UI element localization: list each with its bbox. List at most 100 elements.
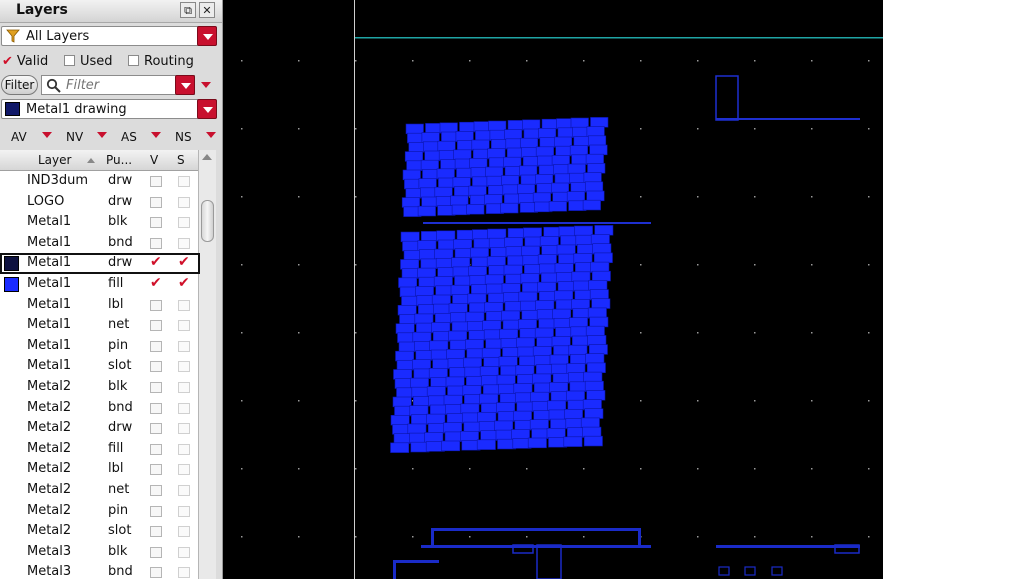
selectable-checkbox[interactable] <box>178 176 190 187</box>
selectable-checkbox[interactable] <box>178 237 190 249</box>
row-layer-name: Metal2 <box>27 420 72 436</box>
filter-dropdown-icon[interactable] <box>175 75 195 95</box>
table-row[interactable]: Metal2 fill <box>0 439 200 460</box>
layer-swatch-icon <box>4 277 19 292</box>
scroll-thumb[interactable] <box>201 200 214 242</box>
visible-checkbox[interactable] <box>150 402 162 414</box>
as-selector[interactable]: AS <box>121 130 137 144</box>
vertical-scrollbar[interactable] <box>198 150 216 579</box>
visible-check-icon[interactable]: ✔ <box>150 254 162 270</box>
table-row[interactable]: Metal2 net <box>0 480 200 501</box>
chevron-down-icon[interactable] <box>197 26 217 46</box>
row-purpose: lbl <box>108 296 124 312</box>
nv-selector[interactable]: NV <box>66 130 83 144</box>
visible-checkbox[interactable] <box>150 546 162 558</box>
visible-checkbox[interactable] <box>150 217 162 229</box>
visible-checkbox[interactable] <box>150 237 162 249</box>
table-row[interactable]: Metal1 drw ✔ ✔ <box>0 253 200 274</box>
visible-checkbox[interactable] <box>150 299 162 311</box>
col-purpose[interactable]: Pu... <box>106 153 132 167</box>
visible-checkbox[interactable] <box>150 526 162 538</box>
selectable-checkbox[interactable] <box>178 340 190 352</box>
row-layer-name: Metal1 <box>27 214 72 230</box>
routing-checkbox[interactable]: Routing <box>128 54 194 69</box>
visible-checkbox[interactable] <box>150 176 162 187</box>
selectable-checkbox[interactable] <box>178 443 190 455</box>
row-purpose: blk <box>108 379 128 394</box>
visible-checkbox[interactable] <box>150 505 162 517</box>
selectable-check-icon[interactable]: ✔ <box>178 254 190 270</box>
table-row[interactable]: LOGO drw <box>0 192 200 213</box>
current-layer-dropdown[interactable]: Metal1 drawing <box>1 99 217 119</box>
visible-checkbox[interactable] <box>150 567 162 579</box>
nv-dropdown-icon[interactable] <box>97 132 107 138</box>
table-row[interactable]: Metal2 slot <box>0 521 200 542</box>
selectable-checkbox[interactable] <box>178 382 190 393</box>
col-visible[interactable]: V <box>150 153 158 167</box>
as-dropdown-icon[interactable] <box>151 132 161 138</box>
table-row[interactable]: Metal2 blk <box>0 377 200 398</box>
selectable-check-icon[interactable]: ✔ <box>178 275 190 291</box>
ns-dropdown-icon[interactable] <box>206 132 216 138</box>
table-row[interactable]: Metal2 lbl <box>0 459 200 480</box>
close-icon[interactable]: ✕ <box>199 2 215 18</box>
table-row[interactable]: IND3dum drw <box>0 171 200 192</box>
visible-checkbox[interactable] <box>150 382 162 393</box>
row-purpose: drw <box>108 173 133 188</box>
visible-checkbox[interactable] <box>150 320 162 332</box>
visible-checkbox[interactable] <box>150 196 162 208</box>
visible-checkbox[interactable] <box>150 340 162 352</box>
used-checkbox[interactable]: Used <box>64 54 113 69</box>
av-selector[interactable]: AV <box>11 130 27 144</box>
visible-checkbox[interactable] <box>150 485 162 496</box>
table-row[interactable]: Metal1 blk <box>0 212 200 233</box>
col-selectable[interactable]: S <box>177 153 185 167</box>
float-window-icon[interactable]: ⧉ <box>180 2 196 18</box>
selectable-checkbox[interactable] <box>178 196 190 208</box>
selectable-checkbox[interactable] <box>178 485 190 496</box>
table-row[interactable]: Metal1 lbl <box>0 295 200 316</box>
ns-selector[interactable]: NS <box>175 130 192 144</box>
table-row[interactable]: Metal3 blk <box>0 542 200 563</box>
selectable-checkbox[interactable] <box>178 423 190 435</box>
selectable-checkbox[interactable] <box>178 505 190 517</box>
visible-checkbox[interactable] <box>150 361 162 373</box>
layer-set-dropdown[interactable]: All Layers <box>1 26 217 46</box>
table-row[interactable]: Metal1 pin <box>0 336 200 357</box>
table-row[interactable]: Metal2 drw <box>0 418 200 439</box>
selectable-checkbox[interactable] <box>178 402 190 414</box>
filter-input[interactable] <box>66 77 176 93</box>
selectable-checkbox[interactable] <box>178 567 190 579</box>
av-dropdown-icon[interactable] <box>42 132 52 138</box>
selectable-checkbox[interactable] <box>178 464 190 476</box>
col-layer[interactable]: Layer <box>38 153 71 167</box>
table-row[interactable]: Metal1 slot <box>0 356 200 377</box>
table-row[interactable]: Metal1 net <box>0 315 200 336</box>
visible-check-icon[interactable]: ✔ <box>150 275 162 291</box>
selectable-checkbox[interactable] <box>178 526 190 538</box>
panel-title: Layers <box>16 2 68 18</box>
table-row[interactable]: Metal1 bnd <box>0 233 200 254</box>
table-row[interactable]: Metal3 bnd <box>0 562 200 579</box>
row-purpose: bnd <box>108 399 133 415</box>
row-purpose: fill <box>108 440 124 456</box>
selectable-checkbox[interactable] <box>178 361 190 373</box>
visible-checkbox[interactable] <box>150 464 162 476</box>
layout-canvas[interactable] <box>223 0 883 579</box>
selectable-checkbox[interactable] <box>178 217 190 229</box>
chevron-down-icon[interactable] <box>197 99 217 119</box>
table-row[interactable]: Metal1 fill ✔ ✔ <box>0 274 200 295</box>
layout-drawing[interactable] <box>223 0 883 579</box>
filter-button[interactable]: Filter <box>1 75 38 95</box>
scroll-up-icon[interactable] <box>202 154 212 160</box>
selectable-checkbox[interactable] <box>178 299 190 311</box>
selectable-checkbox[interactable] <box>178 546 190 558</box>
filter-options-icon[interactable] <box>201 82 211 88</box>
valid-checkbox[interactable]: ✔ Valid <box>2 54 48 69</box>
selectable-checkbox[interactable] <box>178 320 190 332</box>
row-layer-name: Metal1 <box>27 358 72 374</box>
visible-checkbox[interactable] <box>150 423 162 435</box>
table-row[interactable]: Metal2 bnd <box>0 398 200 419</box>
visible-checkbox[interactable] <box>150 443 162 455</box>
table-row[interactable]: Metal2 pin <box>0 501 200 522</box>
